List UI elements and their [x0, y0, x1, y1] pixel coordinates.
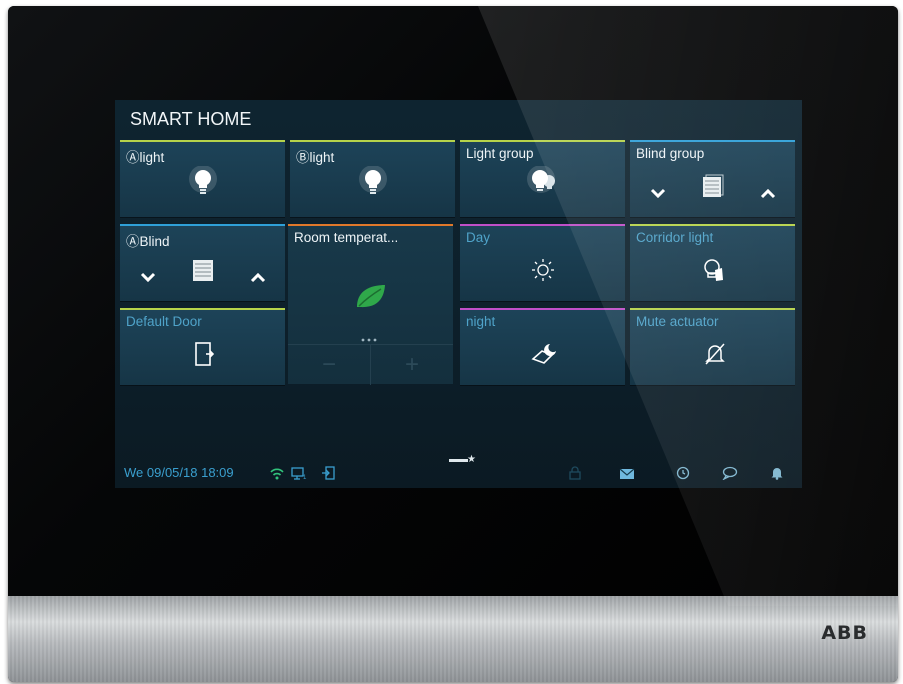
chevron-down-icon[interactable] [140, 269, 156, 287]
leaf-icon [354, 282, 388, 315]
tile-room-temperature[interactable]: Room temperat... − + [288, 224, 453, 385]
tile-label: night [466, 314, 496, 329]
tile-mute-actuator[interactable]: Mute actuator [630, 308, 795, 385]
lock-icon[interactable] [569, 466, 581, 485]
chevron-up-icon[interactable] [250, 270, 266, 288]
brand-logo: ABB [821, 622, 868, 644]
blind-icon [702, 174, 724, 203]
page-title: SMART HOME [130, 109, 252, 129]
mail-icon[interactable] [619, 467, 635, 485]
tile-label: Day [466, 230, 491, 245]
bell-muted-icon [703, 341, 727, 372]
bulb-icon [188, 165, 218, 205]
tile-day-scene[interactable]: Day [460, 224, 625, 301]
touch-screen: SMART HOME Ⓐlight Ⓑlight Light group Bli… [115, 100, 802, 488]
logout-icon[interactable] [321, 466, 335, 485]
tile-default-door[interactable]: Default Door [120, 308, 285, 385]
tile-corridor-light[interactable]: Corridor light [630, 224, 795, 301]
status-bar: We 09/05/18 18:09 1 ▬▬★ [115, 454, 802, 488]
bell-icon[interactable] [771, 466, 783, 485]
tile-blind-group[interactable]: Blind group [630, 140, 795, 217]
tile-night-scene[interactable]: night [460, 308, 625, 385]
decrease-temperature-button[interactable]: − [288, 344, 371, 385]
clock-icon[interactable] [676, 466, 690, 485]
night-icon [530, 341, 558, 372]
bulb-icon [358, 165, 388, 205]
monitor-icon[interactable]: 1 [291, 467, 307, 485]
blind-icon [192, 258, 214, 287]
chevron-up-icon[interactable] [760, 186, 776, 204]
sun-icon [531, 258, 555, 287]
tile-label: Ⓐlight [126, 150, 165, 165]
corridor-light-icon [702, 258, 726, 289]
tile-label: Room temperat... [294, 230, 399, 245]
tile-label: Light group [466, 146, 534, 161]
wifi-icon [270, 467, 284, 485]
tile-b-light[interactable]: Ⓑlight [290, 140, 455, 217]
tile-a-blind[interactable]: ⒶBlind [120, 224, 285, 301]
bulb-group-icon [526, 165, 562, 205]
svg-text:1: 1 [303, 475, 307, 480]
increase-temperature-button[interactable]: + [371, 344, 453, 385]
chat-icon[interactable] [722, 466, 738, 485]
steel-frame-bottom: ABB [8, 596, 898, 682]
tile-label: ⒶBlind [126, 234, 170, 249]
status-datetime: We 09/05/18 18:09 [124, 465, 234, 480]
tile-label: Blind group [636, 146, 705, 161]
door-icon [194, 341, 215, 372]
tile-label: Mute actuator [636, 314, 719, 329]
page-indicator[interactable]: ▬▬★ [449, 454, 476, 465]
tile-label: Corridor light [636, 230, 714, 245]
tile-a-light[interactable]: Ⓐlight [120, 140, 285, 217]
tile-label: Default Door [126, 314, 202, 329]
tile-light-group[interactable]: Light group [460, 140, 625, 217]
control-panel-device: SMART HOME Ⓐlight Ⓑlight Light group Bli… [8, 6, 898, 682]
tile-label: Ⓑlight [296, 150, 335, 165]
chevron-down-icon[interactable] [650, 185, 666, 203]
